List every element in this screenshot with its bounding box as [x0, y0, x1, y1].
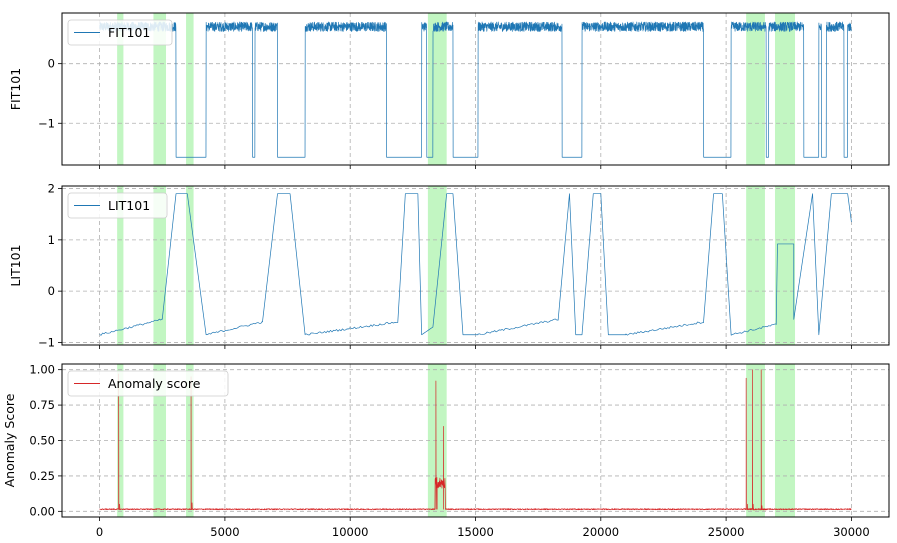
legend-label: FIT101 [108, 25, 150, 40]
panel-3: 1.00 0.75 0.50 0.25 0.00 0 5000 10000 15000 20000… [2, 363, 890, 539]
anomaly-region-3 [186, 186, 194, 345]
y-axis-label: LIT101 [8, 244, 23, 286]
y-tick-label: 1 [48, 233, 55, 247]
anomaly-region-3 [186, 13, 194, 165]
y-tick-label: 0.50 [29, 434, 55, 448]
anomaly-region-4 [427, 186, 447, 345]
anomaly-region-4 [427, 13, 447, 165]
anomaly-region-5 [746, 186, 765, 345]
y-tick-label: 0.75 [29, 398, 55, 412]
x-tick-label: 25000 [708, 525, 745, 539]
panel-1: 0 −1 FIT101 FIT101 [8, 12, 890, 169]
anomaly-region-5 [746, 13, 765, 165]
legend: FIT101 [67, 19, 173, 46]
y-tick-label: 0 [48, 284, 55, 298]
y-tick-label: −1 [38, 335, 55, 349]
x-tick-label: 5000 [210, 525, 239, 539]
y-tick-label: 0 [48, 57, 55, 71]
legend: Anomaly score [67, 370, 229, 397]
y-tick-label: 0.00 [29, 504, 55, 518]
anomaly-region-6 [774, 13, 796, 165]
y-axis-label: FIT101 [8, 68, 23, 110]
panel-2: 2 1 0 −1 LIT101 LIT101 [8, 182, 890, 349]
x-tick-label: 20000 [583, 525, 620, 539]
y-tick-label: −1 [38, 116, 55, 130]
y-tick-label: 2 [48, 182, 55, 196]
figure: 0 −1 FIT101 FIT101 2 1 0 −1 LIT101 LIT101 1.00 0.75… [2, 12, 890, 539]
x-tick-label: 15000 [457, 525, 494, 539]
legend: LIT101 [67, 192, 168, 219]
x-tick-label: 30000 [833, 525, 870, 539]
legend-label: LIT101 [108, 198, 150, 213]
y-tick-label: 0.25 [29, 469, 55, 483]
y-tick-label: 1.00 [29, 363, 55, 377]
y-axis-label: Anomaly Score [2, 393, 17, 487]
x-tick-label: 0 [96, 525, 103, 539]
legend-label: Anomaly score [108, 376, 201, 391]
anomaly-region-6 [774, 186, 796, 345]
x-tick-label: 10000 [332, 525, 369, 539]
